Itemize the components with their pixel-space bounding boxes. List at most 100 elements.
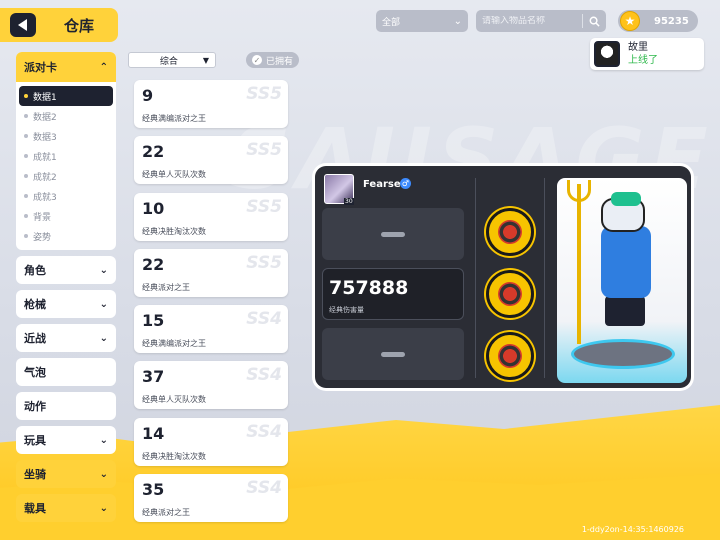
card-value: 10 — [142, 198, 165, 218]
chevron-down-icon: ⌄ — [99, 502, 108, 514]
badge-emblem-icon[interactable] — [486, 208, 534, 256]
card-label: 经典决胜淘汰次数 — [142, 451, 206, 461]
sidebar-subitem-label: 成就3 — [33, 192, 57, 203]
card-label: 经典满编派对之王 — [142, 114, 206, 123]
chevron-down-icon: ⌄ — [99, 468, 108, 480]
party-card[interactable]: SS4 14 经典决胜淘汰次数 — [134, 417, 288, 466]
trident-head-icon — [567, 180, 591, 202]
sidebar-subitem[interactable]: 数据2 — [16, 106, 116, 126]
sidebar-subitem-label: 姿势 — [33, 232, 52, 243]
sidebar-item-label: 角色 — [24, 264, 46, 277]
card-label: 经典单人灭队次数 — [142, 395, 206, 405]
bullet-icon — [24, 234, 28, 238]
sidebar-subitem[interactable]: 成就1 — [16, 146, 116, 166]
page-header: 仓库 — [0, 8, 118, 42]
sidebar-item-vehicle[interactable]: 载具 ⌄ — [16, 494, 116, 522]
card-label: 经典决胜淘汰次数 — [142, 226, 206, 236]
card-label: 经典满编派对之王 — [142, 339, 206, 349]
party-card[interactable]: SS4 37 经典单人灭队次数 — [134, 361, 288, 410]
bullet-icon — [24, 194, 28, 198]
sidebar-item-emote[interactable]: 动作 — [16, 392, 116, 420]
friend-avatar — [594, 41, 620, 67]
sidebar-item-bubble[interactable]: 气泡 — [16, 358, 116, 386]
sidebar-item-mount[interactable]: 坐骑 ⌄ — [16, 460, 116, 488]
sidebar-subitem[interactable]: 姿势 — [16, 226, 116, 246]
badge-column — [475, 178, 545, 380]
party-card[interactable]: SS5 9 经典满编派对之王 — [134, 80, 288, 128]
sidebar-item-toy[interactable]: 玩具 ⌄ — [16, 426, 116, 454]
party-card[interactable]: SS4 15 经典满编派对之王 — [134, 305, 288, 354]
sort-value: 综合 — [159, 56, 178, 67]
sidebar-group-party-card: 派对卡 ⌃ 数据1 数据2 数据3 成就1 成就2 成就3 背景 姿势 — [16, 52, 116, 250]
check-icon: ✓ — [252, 55, 262, 65]
party-card[interactable]: SS5 22 经典派对之王 — [134, 248, 288, 297]
back-button[interactable] — [10, 13, 36, 37]
owned-filter-toggle[interactable]: ✓ 已拥有 — [246, 52, 300, 68]
sidebar-subitem-label: 数据3 — [33, 132, 57, 143]
season-tag: SS4 — [246, 309, 282, 330]
party-card[interactable]: SS4 35 经典派对之王 — [134, 474, 288, 523]
friend-status: 上线了 — [628, 55, 658, 66]
season-tag: SS5 — [246, 84, 282, 104]
currency-amount: 95235 — [654, 15, 689, 27]
friend-notification[interactable]: 故里 上线了 — [590, 38, 704, 70]
chevron-down-icon: ▼ — [202, 55, 209, 65]
chevron-down-icon: ⌄ — [99, 264, 108, 276]
badge-emblem-icon[interactable] — [486, 270, 534, 318]
sidebar-subitem-label: 数据2 — [33, 112, 57, 123]
party-card[interactable]: SS5 22 经典单人灭队次数 — [134, 136, 288, 185]
page-title: 仓库 — [64, 16, 95, 35]
sidebar-item-melee[interactable]: 近战 ⌄ — [16, 324, 116, 352]
character-hair — [611, 192, 641, 206]
back-arrow-icon — [17, 19, 27, 31]
sidebar-item-label: 坐骑 — [24, 468, 46, 481]
sidebar-subitem[interactable]: 数据3 — [16, 126, 116, 146]
category-filter-select[interactable]: 全部 ⌄ — [376, 10, 468, 32]
character-preview — [557, 178, 687, 383]
stat-slot[interactable]: 757888 经典伤害量 — [322, 268, 464, 320]
sidebar-subitem[interactable]: 背景 — [16, 206, 116, 226]
character-legs — [605, 296, 645, 326]
season-tag: SS4 — [246, 478, 282, 499]
star-coin-icon: ★ — [620, 11, 640, 31]
currency-display: ★ 95235 — [618, 10, 698, 32]
bullet-icon — [24, 94, 28, 98]
sidebar-subitem[interactable]: 数据1 — [19, 86, 113, 106]
empty-slot-dash-icon — [381, 232, 405, 237]
sidebar-item-character[interactable]: 角色 ⌄ — [16, 256, 116, 284]
sidebar-item-label: 玩具 — [24, 434, 46, 447]
sidebar-group-label: 派对卡 — [24, 61, 57, 74]
search-input[interactable] — [482, 16, 582, 26]
party-card[interactable]: SS5 10 经典决胜淘汰次数 — [134, 192, 288, 241]
bullet-icon — [24, 214, 28, 218]
stat-slot-empty[interactable] — [322, 208, 464, 260]
sidebar-subitem[interactable]: 成就3 — [16, 186, 116, 206]
search-box — [476, 10, 606, 32]
chevron-down-icon: ⌄ — [99, 332, 108, 344]
bullet-icon — [24, 174, 28, 178]
sidebar-subitem[interactable]: 成就2 — [16, 166, 116, 186]
friend-name: 故里 — [628, 42, 648, 53]
player-level: 30 — [344, 198, 354, 205]
badge-emblem-icon[interactable] — [486, 332, 534, 380]
season-tag: SS4 — [246, 421, 282, 442]
sidebar-item-label: 气泡 — [24, 366, 46, 379]
sort-select[interactable]: 综合 ▼ — [128, 52, 216, 68]
search-icon[interactable] — [589, 16, 600, 27]
card-label: 经典派对之王 — [142, 508, 190, 518]
build-id: 1-ddy2on-14:35:1460926 — [581, 525, 684, 534]
sidebar-item-label: 枪械 — [24, 298, 46, 311]
card-value: 35 — [142, 480, 165, 500]
card-value: 22 — [142, 254, 165, 274]
bullet-icon — [24, 134, 28, 138]
party-card-list: SS5 9 经典满编派对之王 SS5 22 经典单人灭队次数 SS5 10 经典决胜淘汰次数… — [134, 80, 288, 530]
male-gender-icon: ♂ — [400, 178, 411, 189]
sidebar-item-firearms[interactable]: 枪械 ⌄ — [16, 290, 116, 318]
sidebar-group-header[interactable]: 派对卡 ⌃ — [16, 52, 116, 82]
sidebar-item-label: 动作 — [24, 400, 46, 413]
character-pedestal — [571, 339, 675, 369]
empty-slot-dash-icon — [381, 352, 405, 357]
divider — [582, 14, 583, 28]
stat-label: 经典伤害量 — [329, 306, 364, 314]
stat-slot-empty[interactable] — [322, 328, 464, 380]
